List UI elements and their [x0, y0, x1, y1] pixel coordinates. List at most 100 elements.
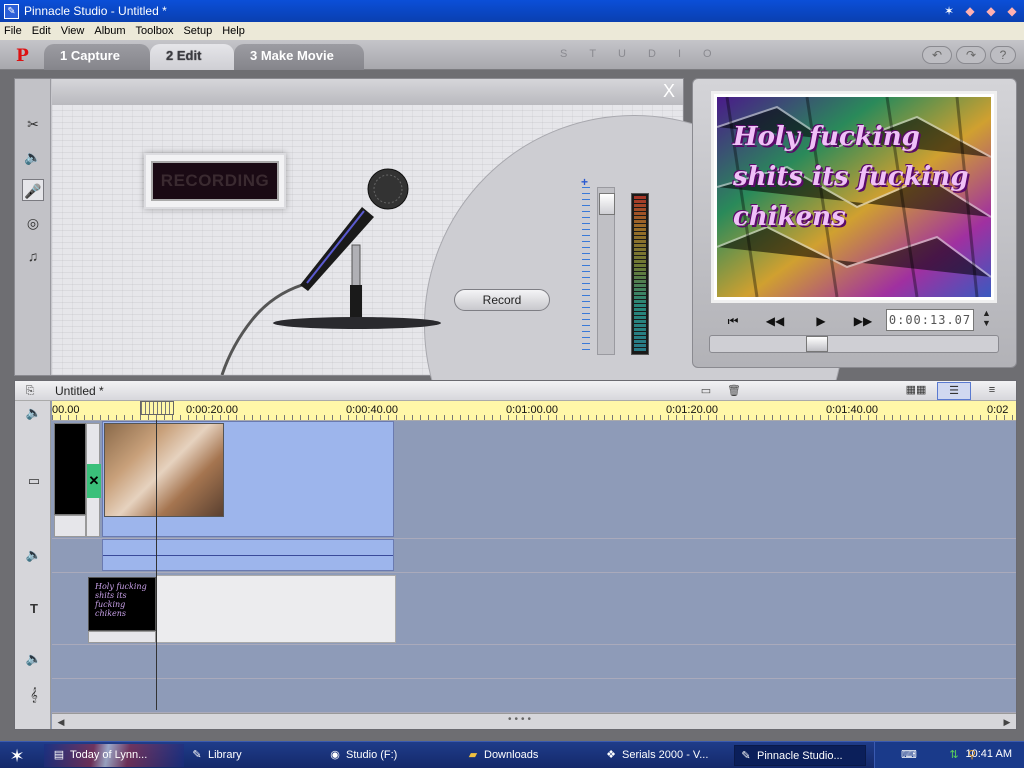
preview-player: Holy fucking shits its fucking chikens ⏮…	[692, 78, 1017, 368]
tab-edit[interactable]: 2 Edit	[150, 44, 234, 70]
volume-slider-thumb[interactable]	[599, 193, 615, 215]
voiceover-toolbox: ✂ 🔈 🎤 ◎ ♫ X RECORDING Record +	[14, 78, 844, 535]
audio-volume-icon[interactable]: 🔈	[22, 146, 44, 168]
minimize-icon[interactable]: ◆	[962, 3, 978, 19]
sound-effects-track-icon[interactable]: 🔈	[21, 651, 47, 667]
fast-forward-button[interactable]: ▶▶	[845, 311, 881, 331]
ruler-label: 0:01:00.00	[506, 404, 558, 416]
cd-audio-icon[interactable]: ◎	[22, 212, 44, 234]
pinnacle-logo: P	[16, 46, 29, 66]
star-icon[interactable]: ✶	[941, 3, 957, 19]
clip-thumbnail[interactable]	[54, 423, 86, 515]
tab-make-movie[interactable]: 3 Make Movie	[234, 44, 364, 70]
taskbar-item-label: Serials 2000 - V...	[622, 749, 709, 761]
scroll-right-icon[interactable]: ▶	[1000, 715, 1014, 729]
keyboard-icon[interactable]: ⌨	[901, 748, 917, 762]
menu-help[interactable]: Help	[222, 25, 245, 37]
taskbar-item-label: Downloads	[484, 749, 539, 761]
window-icon: ▤	[53, 749, 65, 761]
toolbox-sidebar: ✂ 🔈 🎤 ◎ ♫	[15, 79, 51, 375]
rewind-button[interactable]: ◀◀	[757, 311, 793, 331]
title-track-icon[interactable]: T	[21, 601, 47, 616]
music-track-icon[interactable]: 𝄞	[21, 687, 47, 703]
camera-icon[interactable]: ⎘	[21, 383, 39, 399]
menu-album[interactable]: Album	[94, 25, 125, 37]
clock: 10:41 AM	[965, 748, 1012, 760]
record-button[interactable]: Record	[454, 289, 550, 311]
preview-overlay-text: Holy fucking shits its fucking chikens	[733, 122, 969, 232]
video-track[interactable]: ✕	[52, 421, 1016, 539]
taskbar-item-active[interactable]: ✎ Pinnacle Studio...	[734, 745, 866, 766]
tab-capture[interactable]: 1 Capture	[44, 44, 150, 70]
ruler-label: 00.00	[52, 404, 80, 416]
timeline-view-button[interactable]: ☰	[937, 382, 971, 400]
taskbar-item[interactable]: ▰ Downloads	[462, 745, 596, 766]
help-icon[interactable]: ?	[990, 46, 1016, 64]
play-button[interactable]: ▶	[803, 311, 839, 331]
video-clip-thumbnail[interactable]	[104, 423, 224, 517]
voiceover-icon[interactable]: 🎤	[22, 179, 44, 201]
title-overlay-track[interactable]: Holy fucking shits its fucking chikens	[52, 573, 1016, 645]
go-to-start-button[interactable]: ⏮	[715, 311, 751, 331]
menu-toolbox[interactable]: Toolbox	[136, 25, 174, 37]
title-clip-thumbnail[interactable]: Holy fucking shits its fucking chikens	[88, 577, 156, 631]
taskbar-item-label: Studio (F:)	[346, 749, 398, 761]
volume-scale	[582, 187, 590, 353]
menu-setup[interactable]: Setup	[183, 25, 212, 37]
folder-icon: ▰	[468, 749, 478, 761]
ruler-zoom-handle[interactable]	[140, 401, 174, 415]
drive-icon: ◉	[330, 749, 340, 761]
music-track[interactable]	[52, 679, 1016, 713]
playhead[interactable]	[156, 420, 157, 710]
trash-icon[interactable]: 🗑	[725, 383, 743, 399]
video-tools-icon[interactable]: ✂	[22, 113, 44, 135]
redo-icon[interactable]: ↷	[956, 46, 986, 64]
text-view-button[interactable]: ≡	[975, 382, 1009, 400]
close-toolbox-icon[interactable]: X	[663, 81, 675, 102]
menu-edit[interactable]: Edit	[32, 25, 51, 37]
taskbar-item-label: Today of Lynn...	[70, 749, 148, 761]
original-audio-track[interactable]	[52, 539, 1016, 573]
undo-icon[interactable]: ↶	[922, 46, 952, 64]
split-clip-icon[interactable]: ▭	[697, 383, 715, 399]
scroll-left-icon[interactable]: ◀	[54, 715, 68, 729]
title-thumbnail-footer	[88, 631, 156, 643]
audio-clip[interactable]	[102, 539, 394, 571]
timecode-spinner[interactable]: ▲ ▼	[982, 308, 991, 328]
maximize-icon[interactable]: ◆	[983, 3, 999, 19]
ruler-label: 0:01:40.00	[826, 404, 878, 416]
menu-file[interactable]: File	[4, 25, 22, 37]
voiceover-backdrop: RECORDING Record +	[52, 105, 844, 535]
menu-view[interactable]: View	[61, 25, 85, 37]
start-star-icon[interactable]: ✶	[6, 745, 28, 767]
taskbar-item-label: Pinnacle Studio...	[757, 750, 843, 762]
window-title: Pinnacle Studio - Untitled *	[24, 4, 167, 18]
speaker-icon[interactable]: 🔈	[21, 405, 47, 421]
taskbar-item[interactable]: ◉ Studio (F:)	[324, 745, 458, 766]
timecode-display[interactable]: 0:00:13.07	[886, 309, 974, 331]
transition-clip[interactable]: ✕	[86, 423, 101, 537]
taskbar-item[interactable]: ❖ Serials 2000 - V...	[600, 745, 730, 766]
video-track-icon[interactable]: ▭	[21, 473, 47, 489]
network-icon[interactable]: ⇅	[947, 748, 961, 762]
music-icon[interactable]: ♫	[22, 245, 44, 267]
scrubber-thumb[interactable]	[806, 336, 828, 352]
track-icons: 🔈 ▭ 🔈 T 🔈 𝄞	[15, 401, 51, 729]
ruler-label: 0:01:20.00	[666, 404, 718, 416]
timeline-ruler[interactable]: 00.00 0:00:20.00 0:00:40.00 0:01:00.00 0…	[52, 401, 1016, 421]
sound-effects-track[interactable]	[52, 645, 1016, 679]
clip-thumbnail-footer	[54, 515, 86, 537]
title-clip-extent[interactable]	[156, 575, 396, 643]
close-icon[interactable]: ◆	[1004, 3, 1020, 19]
timeline-scrollbar[interactable]: ◀ •••• ▶	[52, 713, 1016, 729]
preview-scrubber[interactable]	[709, 335, 999, 353]
ruler-label: 0:00:20.00	[186, 404, 238, 416]
ruler-label: 0:02	[987, 404, 1009, 416]
taskbar-item[interactable]: ▤ Today of Lynn...	[48, 745, 186, 766]
timeline-panel: ⎘ Untitled * ▭ 🗑 ▦▦ ☰ ≡ 🔈 ▭ 🔈 T 🔈 𝄞 00.0…	[14, 380, 1017, 730]
scroll-grip[interactable]: ••••	[508, 714, 534, 725]
audio-track-icon[interactable]: 🔈	[21, 547, 47, 563]
taskbar-item[interactable]: ✎ Library	[186, 745, 320, 766]
storyboard-view-button[interactable]: ▦▦	[899, 382, 933, 400]
preview-screen: Holy fucking shits its fucking chikens	[711, 91, 997, 303]
